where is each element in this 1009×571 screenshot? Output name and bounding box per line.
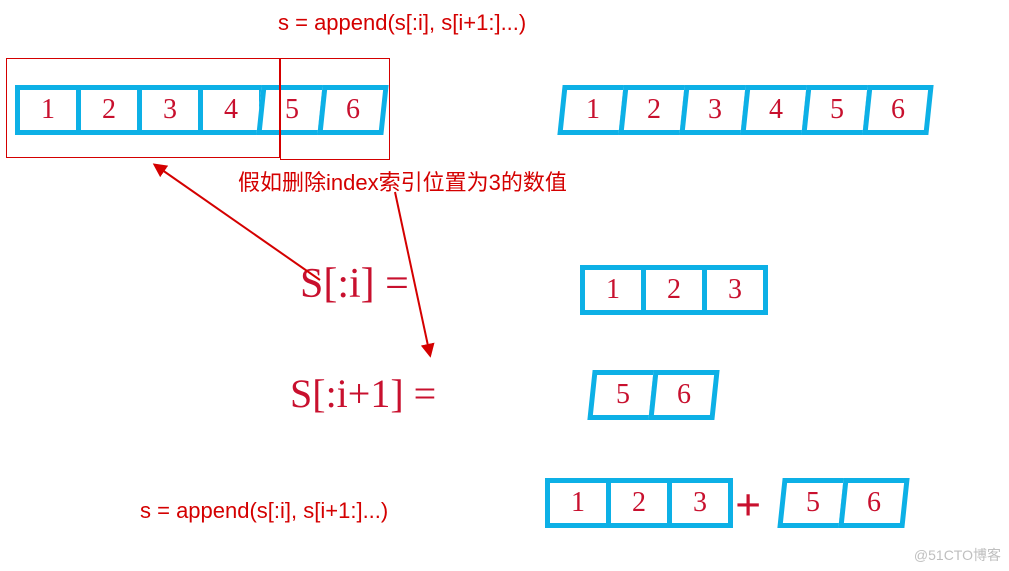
cell: 2 xyxy=(618,85,689,135)
slice-head-label: S[:i] = xyxy=(300,260,409,308)
cell: 3 xyxy=(667,478,733,528)
slice-tail-label: S[:i+1] = xyxy=(290,370,436,417)
cell: 4 xyxy=(740,85,811,135)
cell: 3 xyxy=(702,265,768,315)
cell: 2 xyxy=(641,265,707,315)
slice-tail-array: 5 6 xyxy=(590,370,717,420)
caption-delete: 假如删除index索引位置为3的数值 xyxy=(238,165,567,197)
cell: 6 xyxy=(862,85,933,135)
plus-icon: + xyxy=(735,478,761,531)
selection-tail-box xyxy=(280,58,390,160)
slice-head-array: 1 2 3 xyxy=(580,265,768,315)
result-tail-array: 5 6 xyxy=(780,478,907,528)
title-formula: s = append(s[:i], s[i+1:]...) xyxy=(278,10,526,36)
cell: 1 xyxy=(557,85,628,135)
cell: 2 xyxy=(606,478,672,528)
watermark: @51CTO博客 xyxy=(914,545,1001,565)
result-head-array: 1 2 3 xyxy=(545,478,733,528)
array-copy: 1 2 3 4 5 6 xyxy=(560,85,931,135)
cell: 1 xyxy=(545,478,611,528)
cell: 6 xyxy=(838,478,909,528)
selection-head-box xyxy=(6,58,280,158)
cell: 5 xyxy=(777,478,848,528)
cell: 5 xyxy=(587,370,658,420)
cell: 1 xyxy=(580,265,646,315)
cell: 3 xyxy=(679,85,750,135)
cell: 6 xyxy=(648,370,719,420)
bottom-formula: s = append(s[:i], s[i+1:]...) xyxy=(140,498,388,524)
cell: 5 xyxy=(801,85,872,135)
